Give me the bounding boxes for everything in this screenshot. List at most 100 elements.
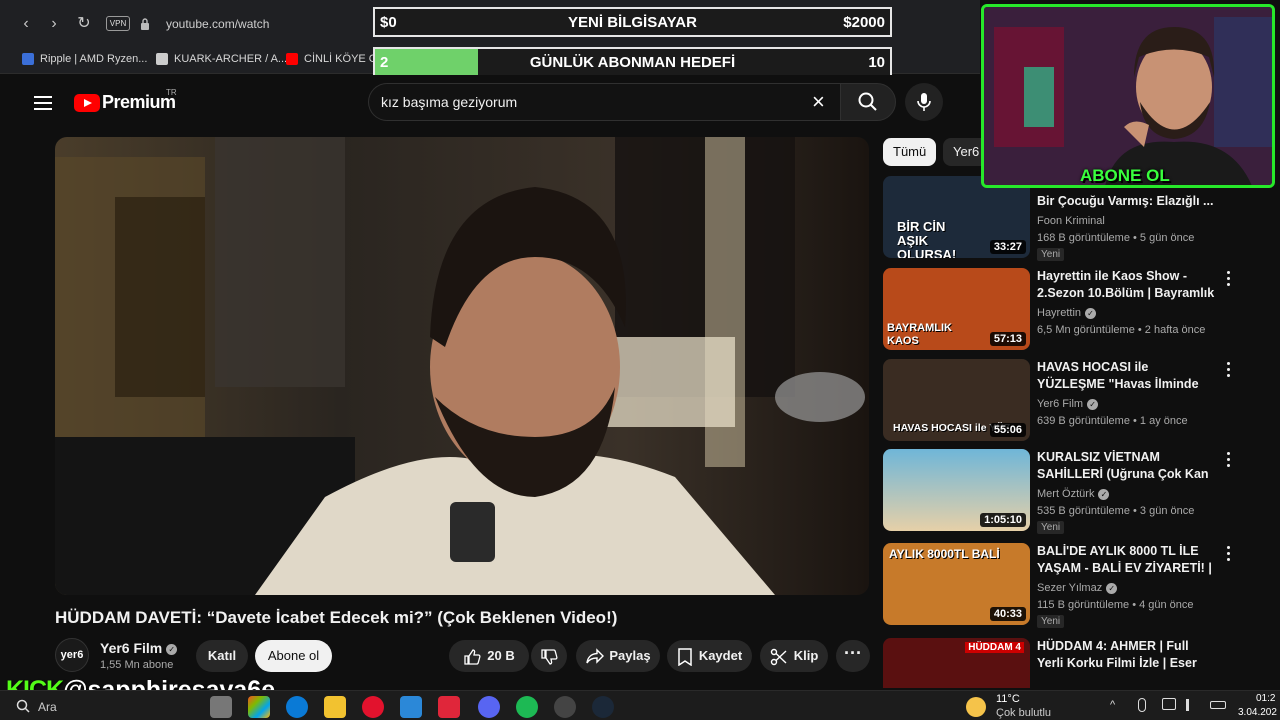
video-title[interactable]: Bir Çocuğu Varmış: Elazığlı ... [1037,193,1217,210]
edge-icon[interactable] [286,696,308,718]
video-thumbnail[interactable]: BİR CİN AŞIK OLURSA! 33:27 [883,176,1030,258]
video-title[interactable]: BALİ'DE AYLIK 8000 TL İLE YAŞAM - BALİ E… [1037,543,1217,577]
discord-icon[interactable] [478,696,500,718]
opera-icon[interactable] [362,696,384,718]
more-options-icon[interactable] [1223,362,1233,380]
forward-icon[interactable]: › [44,14,64,34]
clock-date[interactable]: 3.04.202 [1238,707,1277,718]
search-button[interactable] [840,83,896,121]
vpn-badge[interactable]: VPN [106,16,130,31]
battery-icon[interactable] [1210,701,1226,709]
logo-text[interactable]: Premium [102,92,176,113]
channel-name[interactable]: Hayrettin ✓ [1037,307,1097,319]
hamburger-menu-icon[interactable] [34,96,52,110]
clock-time[interactable]: 01:2 [1256,693,1275,704]
video-thumbnail[interactable]: 1:05:10 [883,449,1030,531]
bookmark-favicon-icon [156,53,168,65]
goal-pc-title: YENİ BİLGİSAYAR [568,14,697,31]
yandex-icon[interactable] [438,696,460,718]
video-duration: 57:13 [989,332,1026,346]
video-thumbnail[interactable]: BAYRAMLIK KAOS 57:13 [883,268,1030,350]
app-icon[interactable] [554,696,576,718]
video-title[interactable]: HAVAS HOCASI ile YÜZLEŞME "Havas İlminde… [1037,359,1217,393]
thumbnail-text: AYLIK 8000TL BALİ [889,547,1000,561]
taskbar-search-icon[interactable] [16,699,30,713]
recommendation-item[interactable]: BİR CİN AŞIK OLURSA! 33:27 Bir Çocuğu Va… [883,176,1273,261]
network-icon[interactable] [1162,698,1176,710]
video-meta: 639 B görüntüleme • 1 ay önce [1037,415,1188,427]
bookmark-2[interactable]: KUARK-ARCHER / A... [156,53,287,65]
recommendation-item[interactable]: HÜDDAM 4 HÜDDAM 4: AHMER | Full Yerli Ko… [883,638,1273,688]
bookmark-favicon-icon [22,53,34,65]
chevron-up-icon[interactable]: ^ [1110,699,1115,711]
bookmark-favicon-icon [286,53,298,65]
bookmark-icon [678,647,692,666]
folder-icon[interactable] [324,696,346,718]
channel-name[interactable]: Sezer Yılmaz ✓ [1037,582,1118,594]
volume-icon[interactable] [1186,699,1198,711]
like-button[interactable]: 20 B [449,640,529,672]
weather-cloud-icon[interactable] [966,697,986,717]
screen: ‹ › ↻ VPN youtube.com/watch Ripple | AMD… [0,0,1280,720]
taskbar-search[interactable]: Ara [38,700,57,714]
like-count: 20 B [487,648,515,663]
video-duration: 55:06 [989,423,1026,437]
share-button[interactable]: Paylaş [576,640,660,672]
logo-country: TR [166,88,177,97]
address-bar[interactable]: youtube.com/watch [166,17,269,31]
clip-button[interactable]: Klip [760,640,828,672]
channel-name[interactable]: Yer6 Film ✓ [100,640,178,656]
youtube-header: Premium TR × [0,75,980,131]
copilot-icon[interactable] [248,696,270,718]
weather-temperature: 11°C [996,693,1020,705]
subscribe-banner: ABONE OL [1080,166,1170,185]
thumbnail-text: HÜDDAM 4 [965,642,1024,653]
video-player[interactable] [55,137,869,595]
reload-icon[interactable]: ↻ [74,14,94,34]
channel-name[interactable]: Foon Kriminal [1037,215,1105,227]
verified-icon: ✓ [166,643,178,655]
video-thumbnail[interactable]: AYLIK 8000TL BALİ 40:33 [883,543,1030,625]
voice-search-button[interactable] [905,83,943,121]
recommendation-item[interactable]: 1:05:10 KURALSIZ VİETNAM SAHİLLERİ (Uğru… [883,449,1273,534]
recommendation-item[interactable]: HAVAS HOCASI ile YÜZ 55:06 HAVAS HOCASI … [883,359,1273,443]
search-input[interactable] [381,92,801,112]
video-meta: 6,5 Mn görüntüleme • 2 hafta önce [1037,324,1206,336]
youtube-logo-icon[interactable] [74,94,100,112]
more-actions-button[interactable]: ··· [836,640,870,672]
channel-name[interactable]: Mert Öztürk ✓ [1037,488,1110,500]
more-options-icon[interactable] [1223,452,1233,470]
save-button[interactable]: Kaydet [667,640,752,672]
dislike-button[interactable] [531,640,567,672]
steam-icon[interactable] [592,696,614,718]
spotify-icon[interactable] [516,696,538,718]
clear-search-icon[interactable]: × [812,91,832,113]
recommendation-item[interactable]: AYLIK 8000TL BALİ 40:33 BALİ'DE AYLIK 80… [883,543,1273,628]
chip-all[interactable]: Tümü [883,138,937,166]
file-explorer-icon[interactable] [210,696,232,718]
video-meta: 115 B görüntüleme • 4 gün önce [1037,599,1194,611]
verified-icon: ✓ [1098,488,1110,500]
channel-name[interactable]: Yer6 Film ✓ [1037,398,1099,410]
webcam-overlay [981,4,1275,188]
join-button[interactable]: Katıl [196,640,248,672]
video-thumbnail[interactable]: HAVAS HOCASI ile YÜZ 55:06 [883,359,1030,441]
bookmark-1[interactable]: Ripple | AMD Ryzen... [22,53,147,65]
mail-icon[interactable] [400,696,422,718]
video-duration: 33:27 [989,240,1026,254]
video-title[interactable]: HÜDDAM 4: AHMER | Full Yerli Korku Filmi… [1037,638,1217,672]
video-thumbnail[interactable]: HÜDDAM 4 [883,638,1030,688]
microphone-tray-icon[interactable] [1138,698,1146,712]
video-title[interactable]: KURALSIZ VİETNAM SAHİLLERİ (Uğruna Çok K… [1037,449,1217,483]
subscribe-button[interactable]: Abone ol [255,640,332,672]
video-title[interactable]: Hayrettin ile Kaos Show - 2.Sezon 10.Böl… [1037,268,1217,302]
more-options-icon[interactable] [1223,271,1233,289]
thumbnail-text: BAYRAMLIK KAOS [887,322,952,347]
channel-avatar[interactable]: yer6 [55,638,89,672]
video-frame [55,137,869,595]
back-icon[interactable]: ‹ [16,14,36,34]
new-badge: Yeni [1037,248,1065,261]
more-options-icon[interactable] [1223,546,1233,564]
verified-icon: ✓ [1106,582,1118,594]
recommendation-item[interactable]: BAYRAMLIK KAOS 57:13 Hayrettin ile Kaos … [883,268,1273,352]
